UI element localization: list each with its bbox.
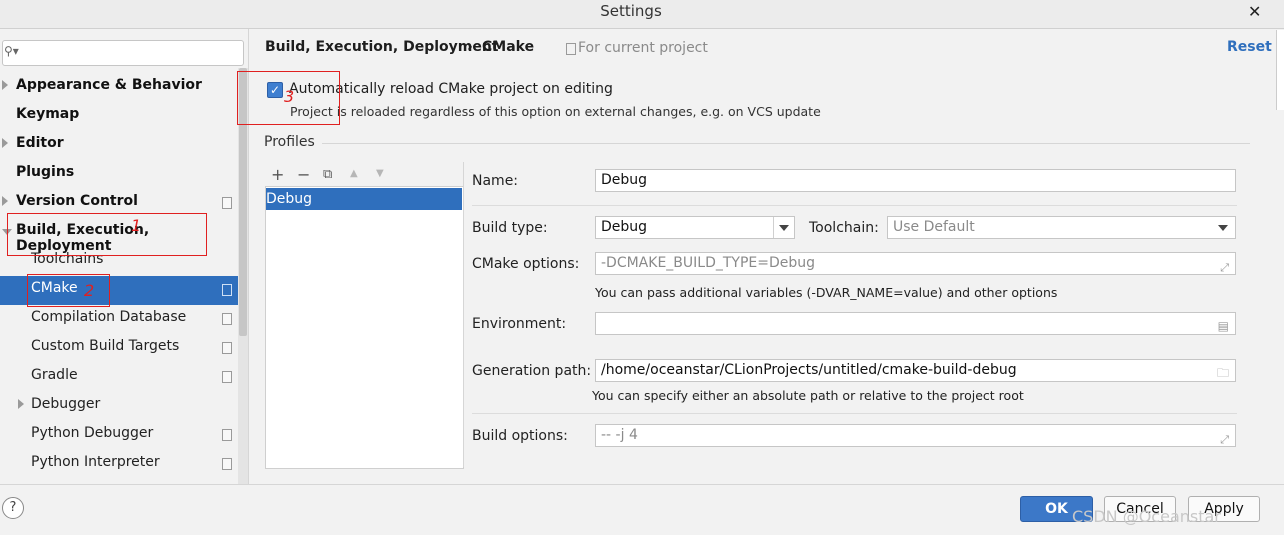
chevron-right-icon[interactable] bbox=[2, 138, 8, 148]
project-scope-icon bbox=[222, 458, 232, 470]
sidebar-item[interactable]: Debugger bbox=[0, 392, 238, 421]
watermark: CSDN @Oceanstar bbox=[1072, 507, 1221, 526]
auto-reload-hint: Project is reloaded regardless of this o… bbox=[290, 104, 821, 119]
panel-divider bbox=[463, 162, 464, 467]
sidebar-item[interactable]: Python Debugger bbox=[0, 421, 238, 450]
settings-search-input[interactable] bbox=[2, 40, 244, 66]
build-type-label: Build type: bbox=[472, 220, 548, 236]
chevron-right-icon[interactable] bbox=[2, 196, 8, 206]
sidebar-item-label: Gradle bbox=[31, 367, 78, 383]
project-scope-icon bbox=[222, 313, 232, 325]
chevron-right-icon[interactable] bbox=[18, 399, 24, 409]
toolchain-value: Use Default bbox=[893, 219, 975, 235]
form-divider bbox=[472, 205, 1237, 206]
form-divider bbox=[472, 413, 1237, 414]
sidebar-item[interactable]: Editor bbox=[0, 131, 238, 160]
search-icon: ⚲▾ bbox=[4, 44, 19, 58]
cmake-options-value: -DCMAKE_BUILD_TYPE=Debug bbox=[601, 255, 816, 271]
name-field[interactable]: Debug bbox=[595, 169, 1236, 192]
sidebar-item-label: Compilation Database bbox=[31, 309, 187, 325]
annotation-box-2 bbox=[27, 274, 110, 307]
sidebar-item-label: Debugger bbox=[31, 396, 101, 412]
profiles-section-title: Profiles bbox=[264, 134, 315, 150]
name-label: Name: bbox=[472, 173, 519, 189]
sidebar-item-label: Custom Build Targets bbox=[31, 338, 180, 354]
move-up-icon[interactable]: ▲ bbox=[350, 168, 358, 179]
sidebar-item-label: Appearance & Behavior bbox=[16, 77, 202, 93]
close-icon[interactable]: ✕ bbox=[1248, 2, 1261, 21]
chevron-down-icon bbox=[779, 225, 789, 231]
sidebar-item-label: Editor bbox=[16, 135, 64, 151]
cmake-options-hint: You can pass additional variables (-DVAR… bbox=[595, 285, 1058, 300]
build-options-label: Build options: bbox=[472, 428, 568, 444]
project-scope-icon bbox=[222, 371, 232, 383]
section-divider bbox=[322, 143, 1250, 144]
window-title: Settings bbox=[600, 2, 662, 20]
cmake-options-field[interactable]: -DCMAKE_BUILD_TYPE=Debug ⤢ bbox=[595, 252, 1236, 275]
toolchain-combo[interactable]: Use Default bbox=[887, 216, 1236, 239]
generation-path-label: Generation path: bbox=[472, 363, 592, 379]
help-button[interactable]: ? bbox=[2, 497, 24, 519]
environment-label: Environment: bbox=[472, 316, 567, 332]
sidebar-item-label: Version Control bbox=[16, 193, 138, 209]
sidebar-item[interactable]: Plugins bbox=[0, 160, 238, 189]
build-options-value: -- -j 4 bbox=[601, 427, 638, 443]
sidebar-item[interactable]: Keymap bbox=[0, 102, 238, 131]
expand-icon[interactable]: ⤢ bbox=[1220, 257, 1229, 274]
annotation-box-1 bbox=[7, 213, 207, 256]
build-type-dropdown-button[interactable] bbox=[773, 217, 794, 238]
breadcrumb-separator: › bbox=[467, 39, 473, 55]
sidebar-item[interactable]: Python Interpreter bbox=[0, 450, 238, 479]
list-icon[interactable]: ▤ bbox=[1218, 316, 1229, 334]
sidebar-item-label: Keymap bbox=[16, 106, 80, 122]
chevron-down-icon bbox=[1218, 225, 1228, 231]
move-down-icon[interactable]: ▼ bbox=[376, 168, 384, 179]
generation-path-field[interactable]: /home/oceanstar/CLionProjects/untitled/c… bbox=[595, 359, 1236, 382]
sidebar-item[interactable]: Appearance & Behavior bbox=[0, 73, 238, 102]
project-scope-icon bbox=[222, 197, 232, 209]
generation-path-hint: You can specify either an absolute path … bbox=[592, 388, 1024, 403]
sidebar-item[interactable]: Compilation Database bbox=[0, 305, 238, 334]
add-profile-icon[interactable]: + bbox=[271, 165, 284, 184]
cmake-options-label: CMake options: bbox=[472, 256, 580, 272]
sidebar-item-label: Plugins bbox=[16, 164, 75, 180]
build-type-value: Debug bbox=[601, 219, 648, 235]
profile-list-item[interactable]: Debug bbox=[266, 188, 462, 210]
reset-link[interactable]: Reset bbox=[1227, 39, 1272, 55]
project-scope-icon bbox=[222, 284, 232, 296]
scope-label: For current project bbox=[578, 40, 708, 56]
folder-icon[interactable]: 🗀 bbox=[1217, 363, 1229, 381]
annotation-number-3: 3 bbox=[284, 87, 295, 106]
sidebar-item[interactable]: Gradle bbox=[0, 363, 238, 392]
breadcrumb-current: CMake bbox=[482, 39, 535, 55]
sidebar-item-label: Python Debugger bbox=[31, 425, 154, 441]
project-scope-icon bbox=[566, 43, 576, 55]
sidebar-item[interactable]: Custom Build Targets bbox=[0, 334, 238, 363]
chevron-right-icon[interactable] bbox=[2, 80, 8, 90]
sidebar-item-label: Python Interpreter bbox=[31, 454, 160, 470]
project-scope-icon bbox=[222, 429, 232, 441]
background-window-edge bbox=[1276, 30, 1284, 110]
generation-path-value: /home/oceanstar/CLionProjects/untitled/c… bbox=[601, 362, 1017, 378]
toolchain-label: Toolchain: bbox=[809, 220, 879, 236]
copy-profile-icon[interactable]: ⧉ bbox=[323, 167, 332, 182]
breadcrumb-parent: Build, Execution, Deployment bbox=[265, 39, 499, 55]
build-type-combo[interactable]: Debug bbox=[595, 216, 795, 239]
build-options-field[interactable]: -- -j 4 ⤢ bbox=[595, 424, 1236, 447]
project-scope-icon bbox=[222, 342, 232, 354]
profile-list bbox=[265, 186, 464, 469]
environment-field[interactable]: ▤ bbox=[595, 312, 1236, 335]
annotation-number-1: 1 bbox=[131, 216, 142, 235]
expand-icon[interactable]: ⤢ bbox=[1220, 429, 1229, 446]
remove-profile-icon[interactable]: − bbox=[297, 165, 310, 184]
annotation-number-2: 2 bbox=[84, 281, 95, 300]
